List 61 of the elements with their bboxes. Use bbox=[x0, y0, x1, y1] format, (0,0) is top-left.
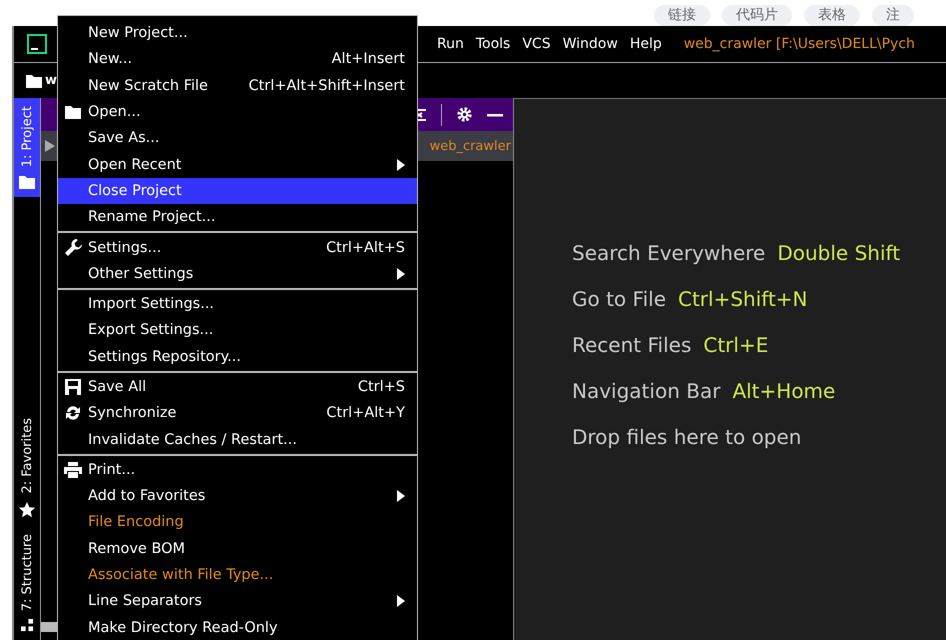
menu-item[interactable]: Open... bbox=[58, 98, 417, 126]
hint-text: Recent Files bbox=[572, 332, 692, 356]
menu-item[interactable]: VCS bbox=[522, 36, 551, 52]
menu-item[interactable]: Synchronize Ctrl+Alt+Y bbox=[58, 400, 417, 426]
menu-item[interactable]: Help bbox=[630, 36, 662, 52]
hint-shortcut: Double Shift bbox=[777, 240, 900, 264]
folder-icon bbox=[65, 105, 81, 120]
project-path: web_crawler bbox=[430, 138, 512, 154]
structure-icon bbox=[20, 619, 34, 632]
expand-arrow-icon[interactable] bbox=[45, 140, 55, 152]
shortcut-text: Ctrl+Alt+Y bbox=[326, 405, 405, 422]
hint-text: Search Everywhere bbox=[572, 240, 766, 264]
menu-item[interactable]: Tools bbox=[476, 36, 510, 52]
star-icon bbox=[19, 502, 35, 518]
shortcut-text: Ctrl+Alt+Shift+Insert bbox=[248, 78, 405, 94]
hint-shortcut: Ctrl+E bbox=[703, 332, 768, 356]
menu-item[interactable]: Import Settings... bbox=[58, 290, 417, 318]
tag-chip[interactable]: 代码片 bbox=[722, 5, 792, 26]
shortcut-text: Alt+Insert bbox=[332, 51, 405, 68]
hint-text: Go to File bbox=[572, 286, 666, 310]
menu-item[interactable]: Save All Ctrl+S bbox=[58, 374, 417, 400]
menu-item[interactable]: Close Project bbox=[58, 178, 417, 204]
wrench-icon bbox=[64, 239, 82, 256]
hint-shortcut: Ctrl+Shift+N bbox=[678, 286, 808, 310]
window-title: web_crawler [F:\Users\DELL\Pych bbox=[684, 36, 915, 52]
menu-item[interactable]: New Scratch File Ctrl+Alt+Shift+Insert bbox=[58, 72, 417, 99]
sync-icon bbox=[65, 405, 81, 422]
app-logo-icon bbox=[27, 34, 47, 54]
printer-icon bbox=[64, 462, 82, 478]
tag-chip[interactable]: 注 bbox=[872, 5, 914, 26]
menu-item[interactable]: Remove BOM bbox=[58, 536, 417, 562]
tool-window-tab[interactable]: 1: Project bbox=[14, 98, 40, 198]
menu-item[interactable]: Run bbox=[437, 36, 464, 52]
tool-window-tab[interactable]: 2: Favorites bbox=[14, 410, 40, 526]
hint-text: Drop files here to open bbox=[572, 424, 802, 448]
menu-item[interactable]: New... Alt+Insert bbox=[58, 46, 417, 73]
folder-icon bbox=[19, 175, 35, 190]
tool-window-tab[interactable]: 7: Structure bbox=[14, 526, 40, 640]
menu-item[interactable]: Save As... bbox=[58, 125, 417, 152]
menu-item[interactable]: Print... bbox=[58, 456, 417, 484]
menu-item[interactable]: Open Recent bbox=[58, 151, 417, 178]
tag-chip[interactable]: 表格 bbox=[804, 5, 860, 26]
tag-chip[interactable]: 链接 bbox=[654, 5, 710, 26]
menu-item[interactable]: Other Settings bbox=[58, 260, 417, 287]
menu-item[interactable]: Add to Favorites bbox=[58, 483, 417, 510]
settings-icon[interactable] bbox=[456, 106, 473, 123]
menu-item[interactable]: Make Directory Read-Only bbox=[58, 614, 417, 640]
menu-item[interactable]: Settings Repository... bbox=[58, 344, 417, 370]
breadcrumb[interactable]: w bbox=[45, 73, 58, 88]
menu-item[interactable]: New Project... bbox=[58, 20, 417, 46]
hint-text: Navigation Bar bbox=[572, 378, 720, 402]
menu-item[interactable]: Window bbox=[562, 36, 618, 52]
hint-shortcut: Alt+Home bbox=[732, 378, 836, 402]
folder-icon bbox=[26, 74, 42, 88]
shortcut-text: Ctrl+S bbox=[358, 379, 405, 395]
menu-item[interactable]: Invalidate Caches / Restart... bbox=[58, 426, 417, 453]
shortcut-text: Ctrl+Alt+S bbox=[326, 240, 405, 256]
menu-item[interactable]: Export Settings... bbox=[58, 317, 417, 344]
menu-item[interactable]: Line Separators bbox=[58, 588, 417, 615]
menu-item[interactable]: Rename Project... bbox=[58, 204, 417, 230]
menu-item[interactable]: Settings... Ctrl+Alt+S bbox=[58, 234, 417, 261]
